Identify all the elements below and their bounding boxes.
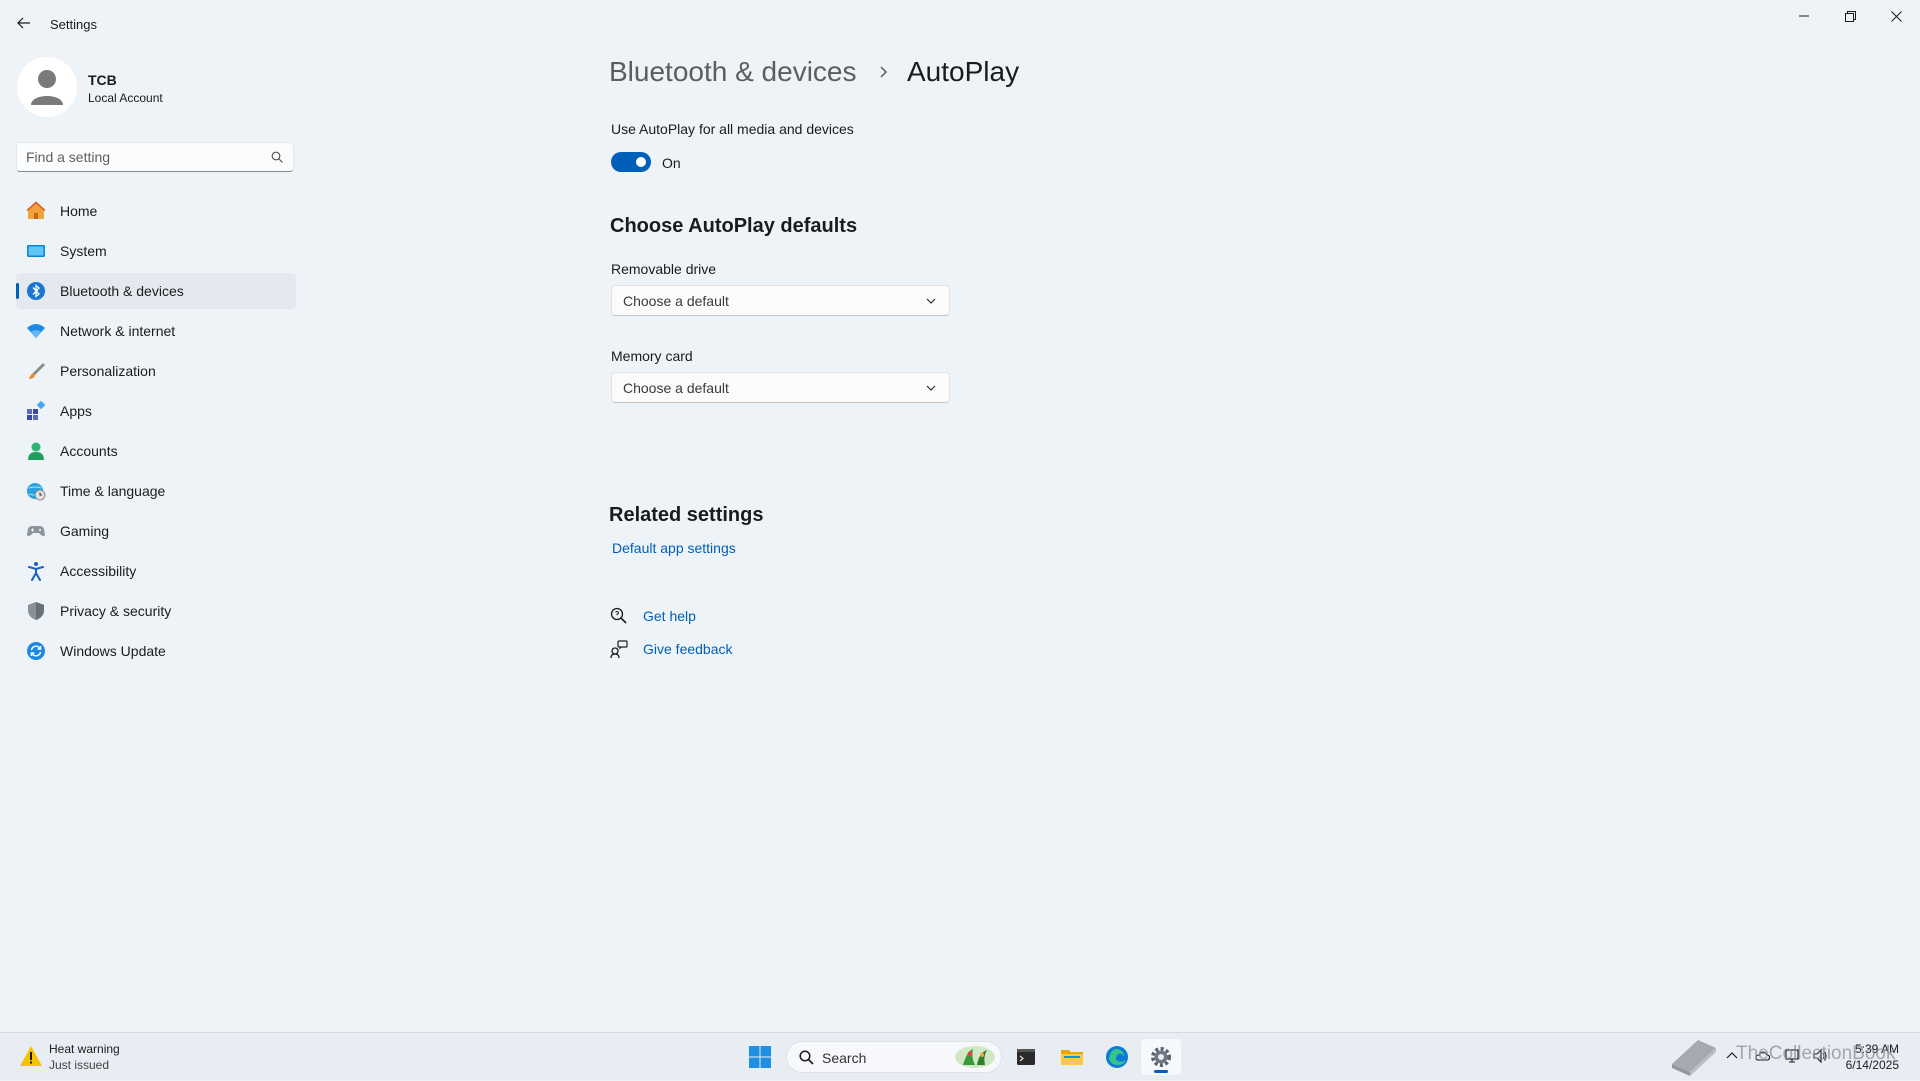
apps-icon (26, 401, 46, 421)
dropdown-value: Choose a default (623, 380, 729, 396)
taskbar-search-label: Search (822, 1050, 867, 1066)
sidebar-item-label: Accessibility (60, 563, 137, 579)
section-title-defaults: Choose AutoPlay defaults (610, 215, 858, 237)
back-button[interactable] (12, 10, 36, 36)
minimize-button[interactable] (1781, 0, 1827, 32)
taskbar: Heat warning Just issued Search 5:39 AM … (0, 1032, 1920, 1080)
close-button[interactable] (1873, 0, 1919, 32)
memory-card-dropdown[interactable]: Choose a default (611, 372, 950, 403)
gamepad-icon (26, 521, 46, 541)
sidebar-item-label: Time & language (60, 483, 166, 499)
back-arrow-icon (17, 17, 30, 29)
related-settings-title: Related settings (609, 504, 764, 526)
accessibility-icon (26, 561, 46, 581)
taskbar-search[interactable]: Search (786, 1041, 1002, 1073)
chevron-right-icon (880, 66, 888, 78)
watermark-text: TheCollectionBook (1736, 1043, 1896, 1064)
close-icon (1890, 10, 1902, 22)
sidebar-item-time-language[interactable]: Time & language (16, 473, 296, 509)
sidebar-item-label: Home (60, 203, 98, 219)
sidebar-item-gaming[interactable]: Gaming (16, 513, 296, 549)
search-input[interactable] (26, 148, 261, 166)
sidebar-item-label: Network & internet (60, 323, 176, 339)
system-icon (26, 241, 46, 261)
sidebar-item-home[interactable]: Home (16, 193, 296, 229)
accounts-icon (26, 441, 46, 461)
page-title: AutoPlay (907, 56, 1020, 87)
home-icon (26, 201, 46, 221)
edge-icon (1106, 1046, 1128, 1068)
sidebar-item-apps[interactable]: Apps (16, 393, 296, 429)
get-help-link[interactable]: Get help (643, 608, 696, 624)
sidebar-item-label: Privacy & security (60, 603, 172, 619)
sidebar-item-accessibility[interactable]: Accessibility (16, 553, 296, 589)
toggle-knob (636, 157, 646, 167)
bluetooth-icon (26, 281, 46, 301)
chevron-down-icon (926, 385, 936, 391)
windows-logo-icon (749, 1046, 771, 1068)
sidebar-item-network[interactable]: Network & internet (16, 313, 296, 349)
avatar[interactable] (17, 57, 77, 117)
autoplay-toggle[interactable] (611, 152, 651, 172)
sidebar-item-accounts[interactable]: Accounts (16, 433, 296, 469)
removable-drive-dropdown[interactable]: Choose a default (611, 285, 950, 316)
chevron-down-icon (926, 298, 936, 304)
memory-card-label: Memory card (611, 348, 693, 364)
sidebar-item-privacy-security[interactable]: Privacy & security (16, 593, 296, 629)
minimize-icon (1799, 15, 1809, 17)
taskbar-file-explorer[interactable] (1052, 1039, 1092, 1075)
notification-title: Heat warning (49, 1042, 120, 1056)
person-icon (31, 70, 63, 105)
globe-clock-icon (26, 481, 46, 501)
notification-subtitle: Just issued (49, 1058, 110, 1072)
warning-icon (20, 1046, 42, 1066)
sidebar-item-personalization[interactable]: Personalization (16, 353, 296, 389)
sidebar-item-system[interactable]: System (16, 233, 296, 269)
restore-icon (1844, 10, 1856, 22)
sidebar-item-label: Gaming (60, 523, 110, 539)
sidebar-item-label: Accounts (60, 443, 118, 459)
sidebar-nav: Home System Bluetooth & devices Network … (16, 193, 296, 673)
sidebar-item-label: System (60, 243, 107, 259)
search-highlight-icon (955, 1046, 995, 1068)
sidebar-item-label: Windows Update (60, 643, 166, 659)
sidebar-item-label: Apps (60, 403, 92, 419)
autoplay-toggle-description: Use AutoPlay for all media and devices (611, 121, 854, 137)
toggle-state-label: On (662, 155, 681, 171)
breadcrumb-parent[interactable]: Bluetooth & devices (609, 56, 857, 88)
account-type: Local Account (88, 91, 163, 105)
app-title: Settings (50, 17, 97, 32)
taskbar-terminal[interactable] (1006, 1039, 1046, 1075)
sidebar-item-label: Personalization (60, 363, 156, 379)
get-help-icon (610, 607, 627, 624)
search-icon (799, 1050, 814, 1065)
sidebar-item-label: Bluetooth & devices (60, 283, 184, 299)
user-name: TCB (88, 72, 117, 88)
gear-icon (1151, 1047, 1171, 1067)
give-feedback-icon (610, 640, 628, 658)
default-app-settings-link[interactable]: Default app settings (612, 540, 736, 556)
folder-icon (1061, 1050, 1083, 1065)
sidebar-item-bluetooth-devices[interactable]: Bluetooth & devices (16, 273, 296, 309)
restore-button[interactable] (1827, 0, 1873, 32)
heat-warning-widget[interactable]: Heat warning Just issued (0, 1033, 140, 1081)
title-bar: Settings (0, 0, 1920, 48)
taskbar-edge[interactable] (1097, 1039, 1137, 1075)
terminal-icon (1017, 1049, 1035, 1065)
brush-icon (26, 361, 46, 381)
update-icon (26, 641, 46, 661)
shield-icon (26, 601, 46, 621)
book-watermark-icon (1672, 1040, 1716, 1076)
removable-drive-label: Removable drive (611, 261, 717, 277)
give-feedback-link[interactable]: Give feedback (643, 641, 733, 657)
start-button[interactable] (740, 1039, 780, 1075)
settings-search[interactable] (16, 142, 294, 172)
taskbar-settings[interactable] (1141, 1039, 1181, 1075)
dropdown-value: Choose a default (623, 293, 729, 309)
sidebar-item-windows-update[interactable]: Windows Update (16, 633, 296, 669)
wifi-icon (26, 321, 46, 341)
search-icon[interactable] (271, 151, 283, 163)
